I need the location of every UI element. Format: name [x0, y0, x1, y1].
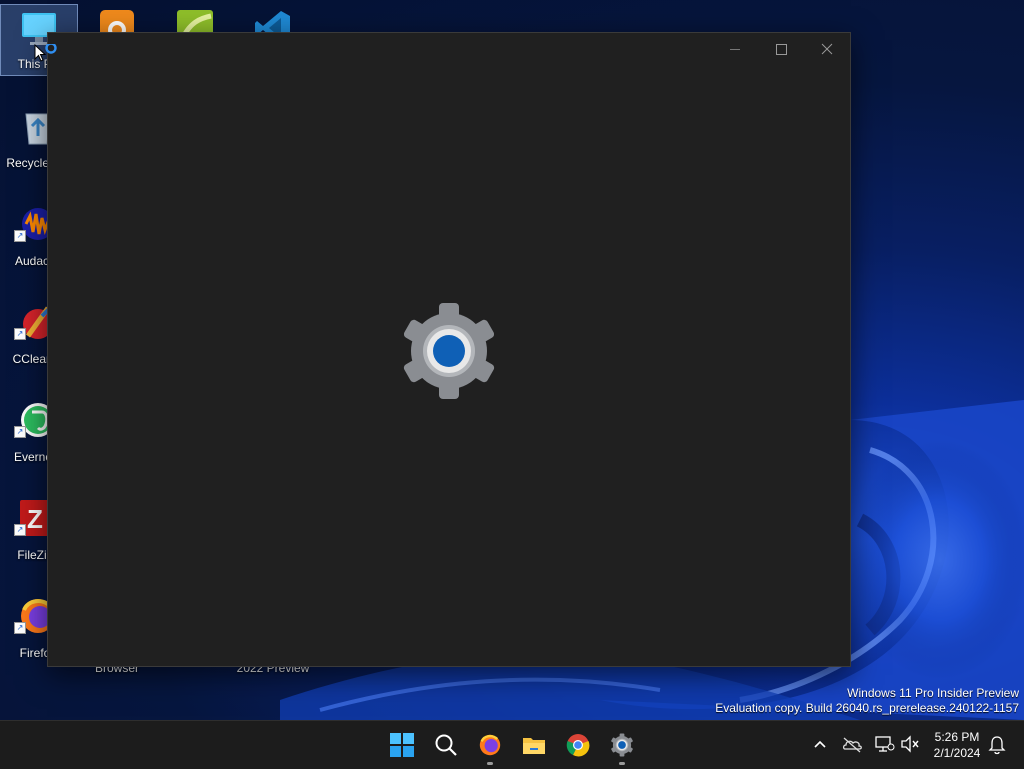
taskbar-search-button[interactable]: [426, 725, 466, 765]
shortcut-arrow-icon: ↗: [14, 230, 26, 242]
taskbar-start-button[interactable]: [382, 725, 422, 765]
chrome-icon: [566, 734, 590, 757]
taskbar-file-explorer-button[interactable]: [514, 725, 554, 765]
shortcut-arrow-icon: ↗: [14, 622, 26, 634]
notification-button[interactable]: [986, 733, 1008, 755]
clock-date: 2/1/2024: [933, 746, 981, 760]
close-button[interactable]: [804, 33, 850, 65]
windows-start-icon: [390, 733, 414, 757]
search-icon: [435, 734, 457, 756]
taskbar: 5:26 PM 2/1/2024: [0, 720, 1024, 769]
minimize-button[interactable]: [712, 33, 758, 65]
desktop: Browser 2022 Preview This PC Recycle Bin: [0, 0, 1024, 720]
chevron-up-icon: [814, 740, 826, 748]
tray-volume-button[interactable]: [899, 733, 921, 755]
settings-gear-icon: [611, 733, 633, 757]
evaluation-watermark: Windows 11 Pro Insider Preview Evaluatio…: [715, 686, 1019, 716]
close-icon: [821, 43, 833, 55]
busy-cursor-icon: [34, 44, 57, 62]
taskbar-chrome-button[interactable]: [558, 725, 598, 765]
volume-muted-icon: [901, 735, 919, 753]
bell-icon: [988, 736, 1006, 755]
taskbar-settings-button[interactable]: [602, 725, 642, 765]
minimize-icon: [730, 49, 740, 50]
folder-icon: [523, 738, 545, 754]
taskbar-clock[interactable]: 5:26 PM 2/1/2024: [924, 729, 990, 761]
tray-onedrive-button[interactable]: [841, 733, 863, 755]
watermark-line-edition: Windows 11 Pro Insider Preview: [847, 686, 1019, 700]
maximize-button[interactable]: [758, 33, 804, 65]
taskbar-firefox-button[interactable]: [470, 725, 510, 765]
running-indicator: [487, 762, 493, 765]
running-indicator: [619, 762, 625, 765]
shortcut-arrow-icon: ↗: [14, 524, 26, 536]
maximize-icon: [776, 44, 787, 55]
tray-overflow-button[interactable]: [809, 733, 831, 755]
svg-text:Z: Z: [27, 504, 43, 534]
settings-gear-icon: [403, 303, 495, 399]
network-icon: [875, 736, 895, 752]
shortcut-arrow-icon: ↗: [14, 426, 26, 438]
settings-window: [47, 32, 851, 667]
shortcut-arrow-icon: ↗: [14, 328, 26, 340]
onedrive-icon: [842, 737, 862, 753]
clock-time: 5:26 PM: [934, 730, 980, 744]
watermark-line-build: Evaluation copy. Build 26040.rs_prerelea…: [715, 701, 1019, 715]
firefox-icon: [479, 734, 501, 756]
tray-network-button[interactable]: [873, 733, 895, 755]
